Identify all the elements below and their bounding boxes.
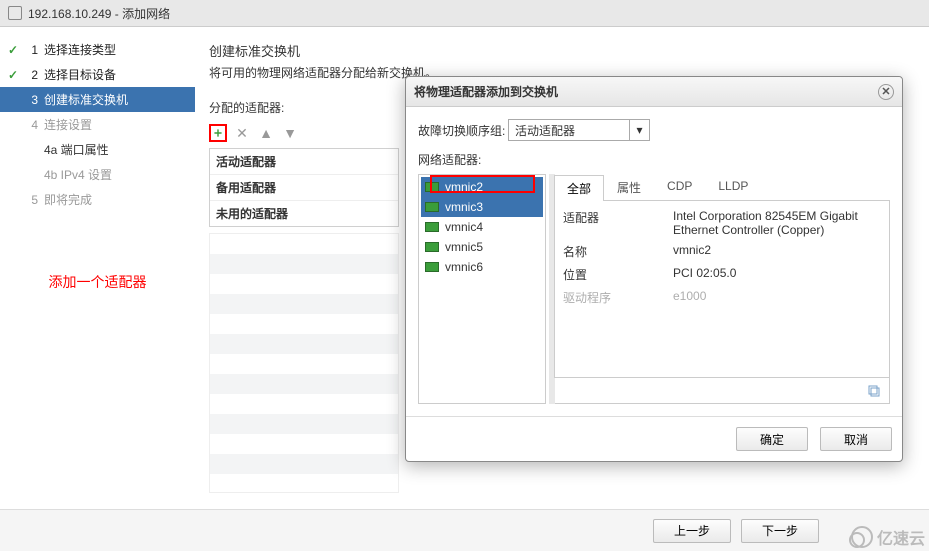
host-icon <box>8 6 22 20</box>
detail-location-value: PCI 02:05.0 <box>673 266 881 283</box>
plus-icon <box>213 126 223 140</box>
group-active[interactable]: 活动适配器 <box>210 149 398 175</box>
nic-icon <box>425 262 439 272</box>
nic-detail-pane: 全部 属性 CDP LLDP 适配器Intel Corporation 8254… <box>554 174 890 404</box>
watermark: 亿速云 <box>851 525 925 549</box>
nic-section-label: 网络适配器: <box>418 151 890 168</box>
watermark-text: 亿速云 <box>877 525 925 549</box>
dropdown-value: 活动适配器 <box>509 120 629 140</box>
step-label: 选择连接类型 <box>44 41 116 58</box>
nic-label: vmnic2 <box>445 180 483 194</box>
nic-label: vmnic4 <box>445 220 483 234</box>
nic-item-vmnic4[interactable]: vmnic4 <box>421 217 543 237</box>
step-label: 连接设置 <box>44 116 92 133</box>
add-adapter-button[interactable] <box>209 124 227 142</box>
step-num: 4 <box>22 118 38 132</box>
nic-label: vmnic6 <box>445 260 483 274</box>
title-bar: 192.168.10.249 - 添加网络 <box>0 0 929 27</box>
step-label: 选择目标设备 <box>44 66 116 83</box>
detail-adapter-label: 适配器 <box>563 209 673 237</box>
step-1[interactable]: 1 选择连接类型 <box>0 37 195 62</box>
failover-group-row: 故障切换顺序组: 活动适配器 ▾ <box>418 119 890 141</box>
step-4a: 4a 端口属性 <box>0 137 195 162</box>
nic-icon <box>425 182 439 192</box>
tab-all[interactable]: 全部 <box>554 175 604 201</box>
adapter-empty-area <box>209 233 399 493</box>
tab-cdp[interactable]: CDP <box>654 174 705 200</box>
nic-label: vmnic3 <box>445 200 483 214</box>
tab-lldp[interactable]: LLDP <box>705 174 761 200</box>
step-num: 1 <box>22 43 38 57</box>
wizard-footer: 上一步 下一步 <box>0 509 929 551</box>
detail-name-label: 名称 <box>563 243 673 260</box>
step-label: 创建标准交换机 <box>44 91 128 108</box>
close-button[interactable]: ✕ <box>878 84 894 100</box>
remove-adapter-button[interactable]: ✕ <box>233 124 251 142</box>
detail-driver-label: 驱动程序 <box>563 289 673 306</box>
nic-label: vmnic5 <box>445 240 483 254</box>
nic-icon <box>425 242 439 252</box>
nic-icon <box>425 222 439 232</box>
dialog-footer: 确定 取消 <box>406 416 902 461</box>
window-title: 192.168.10.249 - 添加网络 <box>28 5 170 22</box>
step-4: 4 连接设置 <box>0 112 195 137</box>
nic-item-vmnic6[interactable]: vmnic6 <box>421 257 543 277</box>
cancel-button[interactable]: 取消 <box>820 427 892 451</box>
watermark-icon <box>851 526 873 548</box>
move-up-button[interactable]: ▲ <box>257 124 275 142</box>
group-standby[interactable]: 备用适配器 <box>210 175 398 201</box>
wizard-steps: 1 选择连接类型 2 选择目标设备 3 创建标准交换机 4 连接设置 4a 端口… <box>0 27 195 507</box>
step-5: 5 即将完成 <box>0 187 195 212</box>
step-4b: 4b IPv4 设置 <box>0 162 195 187</box>
ok-button[interactable]: 确定 <box>736 427 808 451</box>
annotation-text: 添加一个适配器 <box>0 272 195 292</box>
nic-icon <box>425 202 439 212</box>
copy-icon[interactable] <box>867 384 881 398</box>
chevron-down-icon: ▾ <box>629 120 649 140</box>
dialog-title: 将物理适配器添加到交换机 <box>414 83 558 100</box>
dialog-body: 故障切换顺序组: 活动适配器 ▾ 网络适配器: vmnic2 vmnic3 vm… <box>406 107 902 416</box>
nic-item-vmnic3[interactable]: vmnic3 <box>421 197 543 217</box>
failover-dropdown[interactable]: 活动适配器 ▾ <box>508 119 650 141</box>
detail-name-value: vmnic2 <box>673 243 881 260</box>
step-num: 5 <box>22 193 38 207</box>
detail-body: 适配器Intel Corporation 82545EM Gigabit Eth… <box>554 201 890 378</box>
nic-item-vmnic5[interactable]: vmnic5 <box>421 237 543 257</box>
tab-properties[interactable]: 属性 <box>604 174 654 200</box>
page-title: 创建标准交换机 <box>209 41 915 60</box>
adapter-groups: 活动适配器 备用适配器 未用的适配器 <box>209 148 399 227</box>
step-3[interactable]: 3 创建标准交换机 <box>0 87 195 112</box>
step-num: 3 <box>22 93 38 107</box>
group-unused[interactable]: 未用的适配器 <box>210 201 398 226</box>
dialog-header: 将物理适配器添加到交换机 ✕ <box>406 77 902 107</box>
back-button[interactable]: 上一步 <box>653 519 731 543</box>
nic-list[interactable]: vmnic2 vmnic3 vmnic4 vmnic5 vmnic6 <box>418 174 546 404</box>
step-num: 2 <box>22 68 38 82</box>
add-adapter-dialog: 将物理适配器添加到交换机 ✕ 故障切换顺序组: 活动适配器 ▾ 网络适配器: v… <box>405 76 903 462</box>
step-label: 即将完成 <box>44 191 92 208</box>
detail-location-label: 位置 <box>563 266 673 283</box>
detail-driver-value: e1000 <box>673 289 881 306</box>
move-down-button[interactable]: ▼ <box>281 124 299 142</box>
detail-tabs: 全部 属性 CDP LLDP <box>554 174 890 201</box>
detail-adapter-value: Intel Corporation 82545EM Gigabit Ethern… <box>673 209 881 237</box>
detail-toolbar <box>554 378 890 404</box>
step-2[interactable]: 2 选择目标设备 <box>0 62 195 87</box>
failover-label: 故障切换顺序组: <box>418 122 508 139</box>
next-button[interactable]: 下一步 <box>741 519 819 543</box>
nic-item-vmnic2[interactable]: vmnic2 <box>421 177 543 197</box>
